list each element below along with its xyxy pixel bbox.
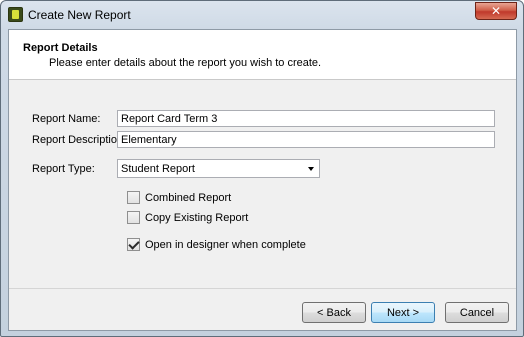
dialog-window: Create New Report ✕ Report Details Pleas… <box>0 0 524 337</box>
close-button[interactable]: ✕ <box>475 2 517 20</box>
combined-report-label: Combined Report <box>145 191 232 204</box>
page-title: Report Details <box>23 42 98 54</box>
app-icon <box>8 7 23 22</box>
footer-divider <box>9 288 516 289</box>
copy-existing-option[interactable]: Copy Existing Report <box>127 211 248 224</box>
open-designer-option[interactable]: Open in designer when complete <box>127 238 306 251</box>
chevron-down-icon <box>308 167 314 171</box>
report-type-select[interactable]: Student Report <box>117 159 320 178</box>
combined-report-checkbox[interactable] <box>127 191 140 204</box>
page-subtitle: Please enter details about the report yo… <box>49 57 322 69</box>
dialog-client: Report Details Please enter details abou… <box>8 29 517 331</box>
wizard-header: Report Details Please enter details abou… <box>9 30 516 80</box>
next-button[interactable]: Next > <box>371 302 435 323</box>
copy-existing-label: Copy Existing Report <box>145 211 249 224</box>
report-description-input[interactable]: Elementary <box>117 131 495 148</box>
window-title: Create New Report <box>28 8 131 22</box>
report-name-value: Report Card Term 3 <box>121 112 218 125</box>
combined-report-option[interactable]: Combined Report <box>127 191 231 204</box>
back-button[interactable]: < Back <box>302 302 366 323</box>
copy-existing-checkbox[interactable] <box>127 211 140 224</box>
open-designer-checkbox[interactable] <box>127 238 140 251</box>
report-name-label: Report Name: <box>32 113 101 125</box>
report-type-value: Student Report <box>121 162 195 175</box>
report-type-label: Report Type: <box>32 163 95 175</box>
report-description-label: Report Description: <box>32 134 127 146</box>
close-icon: ✕ <box>490 4 502 18</box>
cancel-button[interactable]: Cancel <box>445 302 509 323</box>
title-bar[interactable]: Create New Report ✕ <box>1 1 523 28</box>
open-designer-label: Open in designer when complete <box>145 238 306 251</box>
report-name-input[interactable]: Report Card Term 3 <box>117 110 495 127</box>
report-description-value: Elementary <box>121 133 177 146</box>
